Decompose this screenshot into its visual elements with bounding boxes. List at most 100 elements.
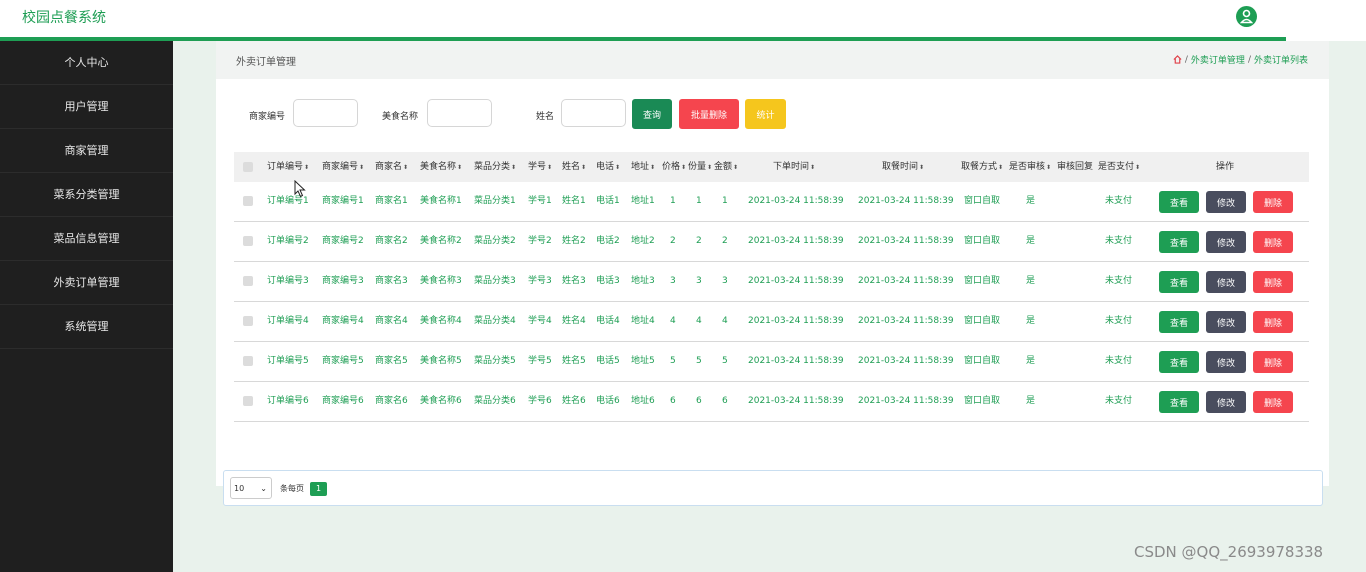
view-button[interactable]: 查看 [1159,391,1199,413]
column-header[interactable]: 取餐方式⬍ [961,152,1003,182]
food-name-input[interactable] [427,99,492,127]
column-header[interactable]: 地址⬍ [631,152,655,182]
stats-button[interactable]: 统计 [745,99,786,129]
column-header[interactable]: 金额⬍ [714,152,738,182]
column-header[interactable]: 下单时间⬍ [773,152,815,182]
home-icon[interactable] [1173,55,1182,64]
delete-button[interactable]: 删除 [1253,271,1293,293]
delete-button[interactable]: 删除 [1253,351,1293,373]
user-avatar-icon[interactable] [1236,6,1257,27]
view-button[interactable]: 查看 [1159,351,1199,373]
table-cell: 菜品分类4 [474,316,516,326]
delete-button[interactable]: 删除 [1253,391,1293,413]
breadcrumb-separator: / [1247,54,1251,65]
view-button[interactable]: 查看 [1159,231,1199,253]
column-header[interactable]: 学号⬍ [528,152,552,182]
sidebar-item-system[interactable]: 系统管理 [0,305,173,349]
per-page-label: 条每页 [280,484,304,493]
row-checkbox[interactable] [243,236,253,246]
sidebar-item-dishes[interactable]: 菜品信息管理 [0,217,173,261]
edit-button[interactable]: 修改 [1206,191,1246,213]
table-cell: 姓名4 [562,316,586,326]
table-cell: 3 [670,276,676,286]
view-button[interactable]: 查看 [1159,271,1199,293]
edit-button[interactable]: 修改 [1206,311,1246,333]
row-checkbox[interactable] [243,396,253,406]
column-header[interactable]: 菜品分类⬍ [474,152,516,182]
table-body: 订单编号1 商家编号1 商家名1 美食名称1 菜品分类1 学号1 姓名1 电话1 地址1 1 1 1 2… [234,182,1309,422]
table-cell: 电话2 [596,236,620,246]
table-cell: 6 [670,396,676,406]
table-cell: 6 [696,396,702,406]
batch-delete-button[interactable]: 批量删除 [679,99,739,129]
row-checkbox[interactable] [243,196,253,206]
sidebar-item-users[interactable]: 用户管理 [0,85,173,129]
table-cell: 未支付 [1105,316,1133,326]
table-cell: 商家编号4 [322,316,364,326]
column-header[interactable]: 姓名⬍ [562,152,586,182]
table-cell: 地址6 [631,396,655,406]
merchant-id-input[interactable] [293,99,358,127]
row-checkbox[interactable] [243,276,253,286]
column-header[interactable]: 价格⬍ [662,152,686,182]
column-header[interactable]: 商家名⬍ [375,152,408,182]
view-button[interactable]: 查看 [1159,191,1199,213]
table-row: 订单编号2 商家编号2 商家名2 美食名称2 菜品分类2 学号2 姓名2 电话2 地址2 2 2 2 2… [234,222,1309,262]
page-size-select[interactable]: 10 ⌄ [230,477,272,499]
breadcrumb-current: 外卖订单列表 [1253,56,1308,66]
table-cell: 未支付 [1105,236,1133,246]
sidebar-item-merchants[interactable]: 商家管理 [0,129,173,173]
table-cell: 是 [1026,316,1036,326]
edit-button[interactable]: 修改 [1206,351,1246,373]
edit-button[interactable]: 修改 [1206,271,1246,293]
column-header[interactable]: 电话⬍ [596,152,620,182]
sidebar-item-cuisine-categories[interactable]: 菜系分类管理 [0,173,173,217]
column-header[interactable]: 是否支付⬍ [1098,152,1140,182]
table-row: 订单编号6 商家编号6 商家名6 美食名称6 菜品分类6 学号6 姓名6 电话6 地址6 6 6 6 2… [234,382,1309,422]
table-cell: 商家名3 [375,276,408,286]
table-row: 订单编号1 商家编号1 商家名1 美食名称1 菜品分类1 学号1 姓名1 电话1 地址1 1 1 1 2… [234,182,1309,222]
query-button[interactable]: 查询 [632,99,672,129]
delete-button[interactable]: 删除 [1253,191,1293,213]
table-cell: 2021-03-24 11:58:39 [858,316,954,326]
app-title: 校园点餐系统 [22,10,106,26]
page-number-current[interactable]: 1 [310,482,327,496]
sidebar-item-profile[interactable]: 个人中心 [0,41,173,85]
table-cell: 商家名2 [375,236,408,246]
column-header[interactable]: 取餐时间⬍ [882,152,924,182]
table-cell: 5 [722,356,728,366]
main-content: 外卖订单管理 / 外卖订单管理 / 外卖订单列表 商家编号 美食名称 姓名 查询… [173,41,1366,572]
sidebar-item-takeout-orders[interactable]: 外卖订单管理 [0,261,173,305]
table-cell: 地址5 [631,356,655,366]
table-cell: 窗口自取 [964,356,1001,366]
column-header[interactable]: 商家编号⬍ [322,152,364,182]
name-input[interactable] [561,99,626,127]
table-cell: 菜品分类1 [474,196,516,206]
table-cell: 2021-03-24 11:58:39 [858,396,954,406]
table-cell: 2021-03-24 11:58:39 [748,276,844,286]
row-checkbox[interactable] [243,316,253,326]
table-row: 订单编号3 商家编号3 商家名3 美食名称3 菜品分类3 学号3 姓名3 电话3 地址3 3 3 3 2… [234,262,1309,302]
table-cell: 是 [1026,356,1036,366]
column-header[interactable]: 是否审核⬍ [1009,152,1051,182]
table-cell: 2021-03-24 11:58:39 [858,196,954,206]
delete-button[interactable]: 删除 [1253,231,1293,253]
table-row: 订单编号4 商家编号4 商家名4 美食名称4 菜品分类4 学号4 姓名4 电话4 地址4 4 4 4 2… [234,302,1309,342]
select-all-checkbox[interactable] [243,162,253,172]
name-label: 姓名 [536,112,555,122]
table-cell: 商家编号5 [322,356,364,366]
breadcrumb-section[interactable]: 外卖订单管理 [1191,53,1245,66]
edit-button[interactable]: 修改 [1206,391,1246,413]
delete-button[interactable]: 删除 [1253,311,1293,333]
row-checkbox[interactable] [243,356,253,366]
table-cell: 商家名4 [375,316,408,326]
column-header[interactable]: 份量⬍ [688,152,712,182]
view-button[interactable]: 查看 [1159,311,1199,333]
table-cell: 2021-03-24 11:58:39 [748,396,844,406]
table-cell: 地址3 [631,276,655,286]
table-cell: 4 [696,316,702,326]
column-header[interactable]: 美食名称⬍ [420,152,462,182]
column-header: 操作 [1216,162,1235,172]
edit-button[interactable]: 修改 [1206,231,1246,253]
column-header[interactable]: 订单编号⬍ [267,152,309,182]
